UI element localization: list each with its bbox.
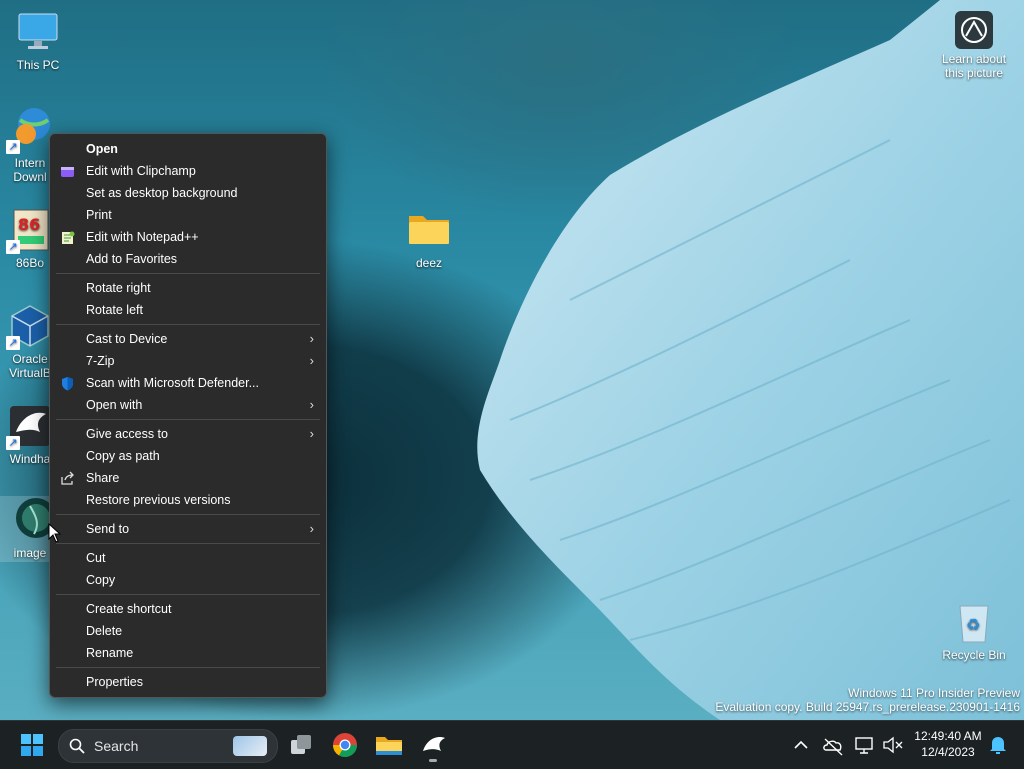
windows-evaluation-watermark: Windows 11 Pro Insider Preview Evaluatio…	[715, 686, 1020, 714]
menu-separator	[56, 514, 320, 515]
windows-logo-icon	[21, 734, 43, 756]
desktop-icon-label: Learn about this picture	[941, 52, 1007, 80]
chevron-up-icon	[794, 740, 808, 749]
svg-text:♻: ♻	[966, 615, 980, 634]
monitor-icon	[14, 8, 62, 56]
volume-status[interactable]	[880, 729, 906, 761]
taskbar-clock[interactable]: 12:49:40 AM 12/4/2023	[910, 728, 986, 760]
start-button[interactable]	[16, 729, 48, 761]
menu-separator	[56, 419, 320, 420]
menu-item-copy-as-path[interactable]: Copy as path	[50, 445, 326, 467]
running-indicator	[429, 759, 437, 762]
shortcut-arrow-icon: ↗	[6, 336, 20, 350]
watermark-line: Evaluation copy. Build 25947.rs_prerelea…	[715, 700, 1020, 714]
chevron-right-icon: ›	[309, 353, 314, 368]
menu-separator	[56, 324, 320, 325]
network-status[interactable]	[852, 729, 878, 761]
menu-item-properties[interactable]: Properties	[50, 671, 326, 693]
shortcut-arrow-icon: ↗	[6, 436, 20, 450]
menu-item-restore-previous-versions[interactable]: Restore previous versions	[50, 489, 326, 511]
menu-item-scan-defender[interactable]: Scan with Microsoft Defender...	[50, 372, 326, 394]
chevron-right-icon: ›	[309, 426, 314, 441]
windhawk-icon	[423, 737, 445, 751]
folder-icon	[405, 206, 453, 254]
svg-text:86: 86	[18, 215, 40, 234]
menu-item-delete[interactable]: Delete	[50, 620, 326, 642]
menu-item-set-desktop-background[interactable]: Set as desktop background	[50, 182, 326, 204]
taskbar-file-explorer[interactable]	[373, 729, 405, 761]
task-view-icon	[291, 735, 311, 754]
clock-time: 12:49:40 AM	[914, 729, 982, 743]
chrome-icon	[333, 733, 357, 758]
notifications-button[interactable]	[986, 729, 1010, 761]
speaker-muted-icon	[883, 736, 903, 754]
menu-item-edit-clipchamp[interactable]: Edit with Clipchamp	[50, 160, 326, 182]
search-highlight-image	[233, 736, 267, 756]
menu-item-open-with[interactable]: Open with ›	[50, 394, 326, 416]
recycle-bin-icon: ♻	[950, 598, 998, 646]
desktop-icon-deez-folder[interactable]: deez	[391, 206, 467, 270]
chevron-right-icon: ›	[309, 331, 314, 346]
watermark-line: Windows 11 Pro Insider Preview	[848, 686, 1020, 700]
shortcut-arrow-icon: ↗	[6, 240, 20, 254]
menu-item-share[interactable]: Share	[50, 467, 326, 489]
desktop-icon-label: deez	[415, 256, 443, 270]
taskbar: Search 12:49:40 AM 12/4/2023	[0, 720, 1024, 769]
desktop-icon-learn-about-picture[interactable]: Learn about this picture	[936, 10, 1012, 80]
share-icon	[60, 471, 75, 486]
search-label: Search	[94, 738, 139, 754]
menu-item-add-to-favorites[interactable]: Add to Favorites	[50, 248, 326, 270]
menu-item-rotate-left[interactable]: Rotate left	[50, 299, 326, 321]
menu-item-rotate-right[interactable]: Rotate right	[50, 277, 326, 299]
cloud-offline-icon	[823, 738, 843, 756]
taskbar-search-box[interactable]: Search	[58, 729, 278, 763]
menu-item-send-to[interactable]: Send to ›	[50, 518, 326, 540]
menu-separator	[56, 273, 320, 274]
task-view-button[interactable]	[285, 729, 317, 761]
context-menu: Open Edit with Clipchamp Set as desktop …	[49, 133, 327, 698]
desktop-icon-label: This PC	[16, 58, 60, 72]
menu-item-create-shortcut[interactable]: Create shortcut	[50, 598, 326, 620]
shortcut-arrow-icon: ↗	[6, 140, 20, 154]
network-icon	[855, 737, 873, 754]
virtualbox-icon: ↗	[6, 302, 54, 350]
shield-icon	[60, 376, 75, 391]
menu-item-copy[interactable]: Copy	[50, 569, 326, 591]
menu-item-cast-to-device[interactable]: Cast to Device ›	[50, 328, 326, 350]
chevron-right-icon: ›	[309, 397, 314, 412]
windhawk-icon: ↗	[6, 402, 54, 450]
desktop-icon-recycle-bin[interactable]: ♻ Recycle Bin	[936, 598, 1012, 662]
show-hidden-icons-button[interactable]	[786, 729, 816, 761]
folder-icon	[376, 737, 402, 755]
menu-item-give-access[interactable]: Give access to ›	[50, 423, 326, 445]
menu-item-rename[interactable]: Rename	[50, 642, 326, 664]
notepadpp-icon	[60, 230, 75, 245]
search-icon	[69, 738, 85, 754]
menu-separator	[56, 543, 320, 544]
desktop-icon-this-pc[interactable]: This PC	[0, 8, 76, 72]
globe-download-icon: ↗	[6, 106, 54, 154]
menu-separator	[56, 594, 320, 595]
menu-separator	[56, 667, 320, 668]
clock-date: 12/4/2023	[921, 745, 975, 759]
taskbar-chrome[interactable]	[329, 729, 361, 761]
desktop-icon-label: Recycle Bin	[942, 648, 1006, 662]
menu-item-cut[interactable]: Cut	[50, 547, 326, 569]
menu-item-open[interactable]: Open	[50, 138, 326, 160]
onedrive-status[interactable]	[820, 729, 848, 761]
86box-icon: 86 ↗	[6, 206, 54, 254]
camera-info-icon	[954, 10, 994, 50]
mouse-cursor-icon	[48, 523, 62, 543]
chevron-right-icon: ›	[309, 521, 314, 536]
clipchamp-icon	[60, 164, 75, 179]
menu-item-7zip[interactable]: 7-Zip ›	[50, 350, 326, 372]
taskbar-windhawk[interactable]	[417, 729, 449, 762]
menu-item-edit-notepadpp[interactable]: Edit with Notepad++	[50, 226, 326, 248]
menu-item-print[interactable]: Print	[50, 204, 326, 226]
image-thumbnail-icon	[6, 496, 56, 544]
bell-icon	[990, 737, 1006, 754]
